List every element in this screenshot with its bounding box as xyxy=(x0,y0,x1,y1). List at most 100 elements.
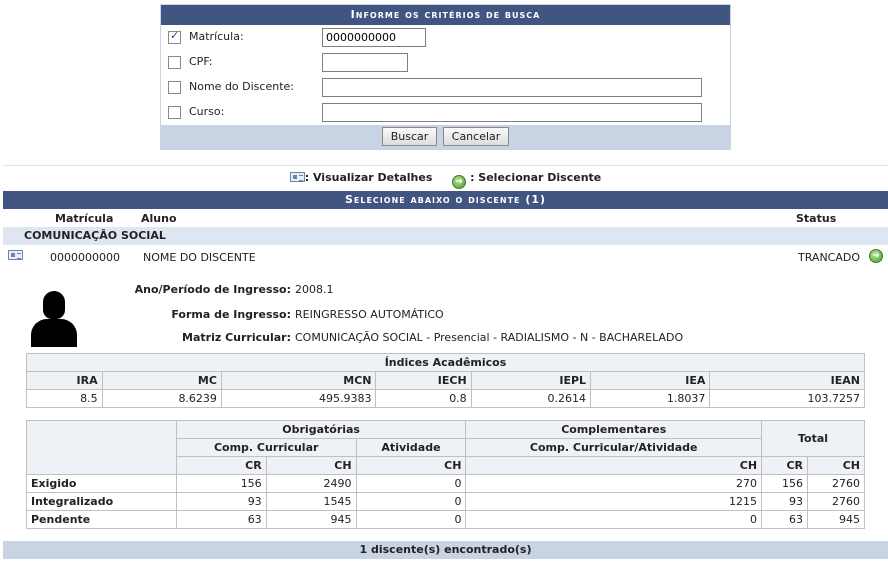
student-matricula: 0000000000 xyxy=(50,251,120,264)
row-label: Exigido xyxy=(26,474,177,493)
results-header: Matrícula Aluno Status xyxy=(3,209,888,227)
cr-header: CR xyxy=(761,456,808,475)
curso-label: Curso: xyxy=(189,105,225,118)
indices-col: IEAN xyxy=(709,371,865,390)
header-status: Status xyxy=(796,212,837,225)
matricula-label: Matrícula: xyxy=(189,30,244,43)
matricula-input[interactable] xyxy=(322,28,426,47)
indices-col: MCN xyxy=(220,371,377,390)
indices-value: 8.6239 xyxy=(101,389,222,408)
cell: 63 xyxy=(175,510,267,529)
ch-header: CH xyxy=(806,456,866,475)
indices-col: IEPL xyxy=(470,371,592,390)
row-label: Pendente xyxy=(26,510,177,529)
legend-details-label: : Visualizar Detalhes xyxy=(304,171,433,184)
cpf-label: CPF: xyxy=(189,55,213,68)
cell: 945 xyxy=(265,510,357,529)
search-button[interactable]: Buscar xyxy=(381,127,438,146)
select-student-icon[interactable]: ➜ xyxy=(869,249,883,263)
ingresso-value: 2008.1 xyxy=(295,283,334,296)
student-status: TRANCADO xyxy=(798,251,861,264)
row-label: Integralizado xyxy=(26,492,177,511)
ch-header: CH xyxy=(265,456,357,475)
indices-value: 1.8037 xyxy=(590,389,711,408)
table-row: Exigido 156 2490 0 270 156 2760 xyxy=(26,474,866,493)
results-footer: 1 discente(s) encontrado(s) xyxy=(3,541,888,559)
cell: 270 xyxy=(465,474,763,493)
comp-curricular-header: Comp. Curricular xyxy=(175,438,357,457)
student-row: 0000000000 NOME DO DISCENTE TRANCADO ➜ xyxy=(3,245,888,269)
indices-value: 0.8 xyxy=(375,389,472,408)
select-arrow-icon: ➜ xyxy=(452,175,467,189)
indices-col: MC xyxy=(101,371,222,390)
search-row-matricula: Matrícula: xyxy=(161,25,730,50)
cell: 945 xyxy=(806,510,866,529)
ingresso-label: Ano/Período de Ingresso: xyxy=(134,283,291,296)
total-header: Total xyxy=(761,420,865,457)
results-title: Selecione abaixo o discente (1) xyxy=(3,191,888,209)
indices-value: 103.7257 xyxy=(709,389,865,408)
indices-value: 0.2614 xyxy=(470,389,592,408)
cell: 63 xyxy=(761,510,808,529)
student-name: NOME DO DISCENTE xyxy=(143,251,256,264)
cell: 2760 xyxy=(806,474,866,493)
comp-curricular-atividade-header: Comp. Curricular/Atividade xyxy=(465,438,763,457)
cell: 2490 xyxy=(265,474,357,493)
legend-details: : Visualizar Detalhes xyxy=(289,166,433,190)
legend-select: ➜ : Selecionar Discente xyxy=(452,166,601,190)
search-row-nome: Nome do Discente: xyxy=(161,75,730,100)
cell: 93 xyxy=(175,492,267,511)
results-list: Selecione abaixo o discente (1) Matrícul… xyxy=(3,191,888,372)
cell: 0 xyxy=(355,474,467,493)
cpf-checkbox[interactable] xyxy=(168,56,181,69)
nome-checkbox[interactable] xyxy=(168,81,181,94)
cell: 156 xyxy=(761,474,808,493)
curso-checkbox[interactable] xyxy=(168,106,181,119)
search-row-curso: Curso: xyxy=(161,100,730,125)
ch-header: CH xyxy=(465,456,763,475)
workload-table: Obrigatórias Complementares Total Comp. … xyxy=(26,420,866,529)
search-form: Informe os critérios de busca Matrícula:… xyxy=(160,4,731,150)
indices-value: 8.5 xyxy=(26,389,103,408)
nome-input[interactable] xyxy=(322,78,702,97)
legend: : Visualizar Detalhes ➜ : Selecionar Dis… xyxy=(3,165,888,189)
forma-value: REINGRESSO AUTOMÁTICO xyxy=(295,308,444,321)
table-row: Pendente 63 945 0 0 63 945 xyxy=(26,510,866,529)
search-row-cpf: CPF: xyxy=(161,50,730,75)
cell: 1215 xyxy=(465,492,763,511)
atividade-header: Atividade xyxy=(355,438,467,457)
view-details-icon[interactable] xyxy=(8,250,23,260)
search-form-title: Informe os critérios de busca xyxy=(161,5,730,25)
legend-select-label: : Selecionar Discente xyxy=(470,171,602,184)
cancel-button[interactable]: Cancelar xyxy=(442,127,510,146)
cell: 2760 xyxy=(806,492,866,511)
indices-table: Índices Acadêmicos IRA MC MCN IECH IEPL … xyxy=(26,353,865,408)
curso-input[interactable] xyxy=(322,103,702,122)
complementares-header: Complementares xyxy=(465,420,763,439)
cell: 0 xyxy=(355,492,467,511)
indices-col: IEA xyxy=(590,371,711,390)
indices-value: 495.9383 xyxy=(220,389,377,408)
course-group-label: COMUNICAÇÃO SOCIAL xyxy=(3,227,888,245)
indices-title: Índices Acadêmicos xyxy=(26,353,865,372)
details-card-icon xyxy=(289,172,305,182)
cell: 1545 xyxy=(265,492,357,511)
cpf-input[interactable] xyxy=(322,53,408,72)
forma-label: Forma de Ingresso: xyxy=(171,308,291,321)
matricula-checkbox[interactable] xyxy=(168,29,181,44)
nome-label: Nome do Discente: xyxy=(189,80,294,93)
indices-col: IECH xyxy=(375,371,472,390)
cell: 156 xyxy=(175,474,267,493)
header-aluno: Aluno xyxy=(141,212,177,225)
cell: 93 xyxy=(761,492,808,511)
matriz-value: COMUNICAÇÃO SOCIAL - Presencial - RADIAL… xyxy=(295,331,684,344)
header-matricula: Matrícula xyxy=(55,212,114,225)
obrigatorias-header: Obrigatórias xyxy=(175,420,467,439)
search-button-bar: Buscar Cancelar xyxy=(161,125,730,149)
cell: 0 xyxy=(355,510,467,529)
cell: 0 xyxy=(465,510,763,529)
cr-header: CR xyxy=(175,456,267,475)
matriz-label: Matriz Curricular: xyxy=(182,331,291,344)
table-row: Integralizado 93 1545 0 1215 93 2760 xyxy=(26,492,866,511)
indices-col: IRA xyxy=(26,371,103,390)
